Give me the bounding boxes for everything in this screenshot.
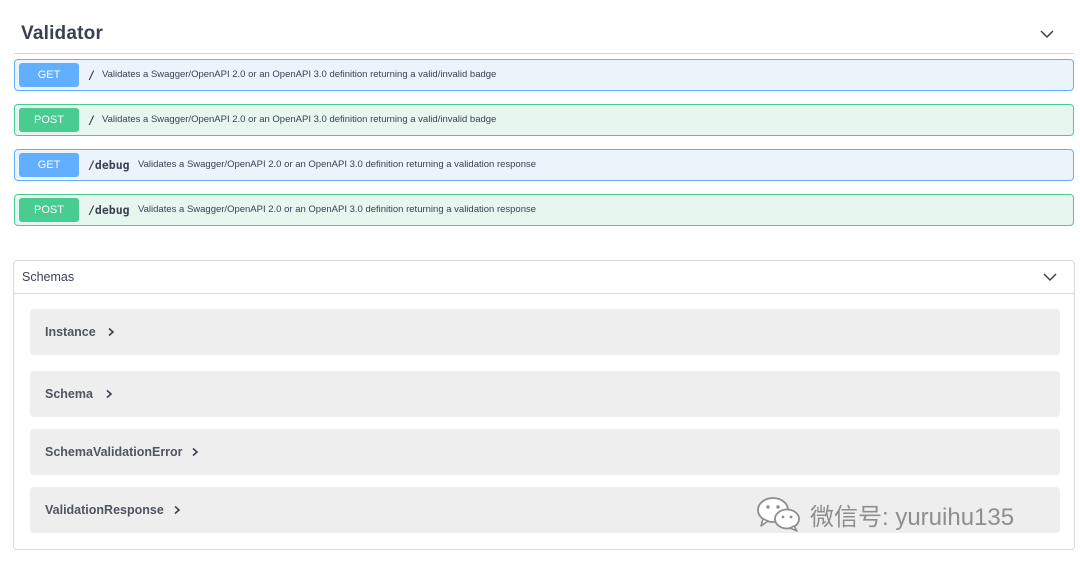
operation-post-debug[interactable]: POST /debug Validates a Swagger/OpenAPI …	[14, 194, 1074, 226]
model-name: SchemaValidationError	[45, 445, 183, 459]
operation-description: Validates a Swagger/OpenAPI 2.0 or an Op…	[138, 159, 537, 170]
model-item-schemavalidationerror[interactable]: SchemaValidationError	[30, 429, 1060, 475]
method-badge-post: POST	[19, 198, 79, 222]
chevron-down-icon[interactable]	[1039, 26, 1055, 42]
chevron-right-icon	[174, 505, 181, 515]
operation-description: Validates a Swagger/OpenAPI 2.0 or an Op…	[102, 114, 497, 125]
chevron-right-icon	[108, 327, 115, 337]
model-name: Schema	[45, 387, 93, 401]
validator-tag-title: Validator	[21, 23, 104, 44]
model-name: ValidationResponse	[45, 503, 164, 517]
model-name: Instance	[45, 325, 96, 339]
schemas-header[interactable]: Schemas	[14, 261, 1074, 294]
model-item-schema[interactable]: Schema	[30, 371, 1060, 417]
operation-description: Validates a Swagger/OpenAPI 2.0 or an Op…	[102, 69, 497, 80]
operation-get-root[interactable]: GET / Validates a Swagger/OpenAPI 2.0 or…	[14, 59, 1074, 91]
watermark-text: 微信号: yuruihu135	[810, 504, 1015, 531]
schemas-title: Schemas	[22, 270, 75, 284]
operation-path: /debug	[88, 203, 130, 217]
operation-post-root[interactable]: POST / Validates a Swagger/OpenAPI 2.0 o…	[14, 104, 1074, 136]
chevron-right-icon	[192, 447, 199, 457]
model-item-instance[interactable]: Instance	[30, 309, 1060, 355]
chevron-down-icon[interactable]	[1042, 269, 1058, 285]
operation-get-debug[interactable]: GET /debug Validates a Swagger/OpenAPI 2…	[14, 149, 1074, 181]
swagger-page: Validator GET / Validates a Swagger/Open…	[0, 0, 1080, 563]
wechat-logo-icon	[757, 497, 800, 532]
chevron-right-icon	[106, 389, 113, 399]
operation-description: Validates a Swagger/OpenAPI 2.0 or an Op…	[138, 204, 537, 215]
method-badge-post: POST	[19, 108, 79, 132]
operation-path: /debug	[88, 158, 130, 172]
validator-tag-header[interactable]: Validator	[14, 14, 1074, 54]
method-badge-get: GET	[19, 153, 79, 177]
method-badge-get: GET	[19, 63, 79, 87]
operation-path: /	[88, 68, 95, 82]
operation-path: /	[88, 113, 95, 127]
